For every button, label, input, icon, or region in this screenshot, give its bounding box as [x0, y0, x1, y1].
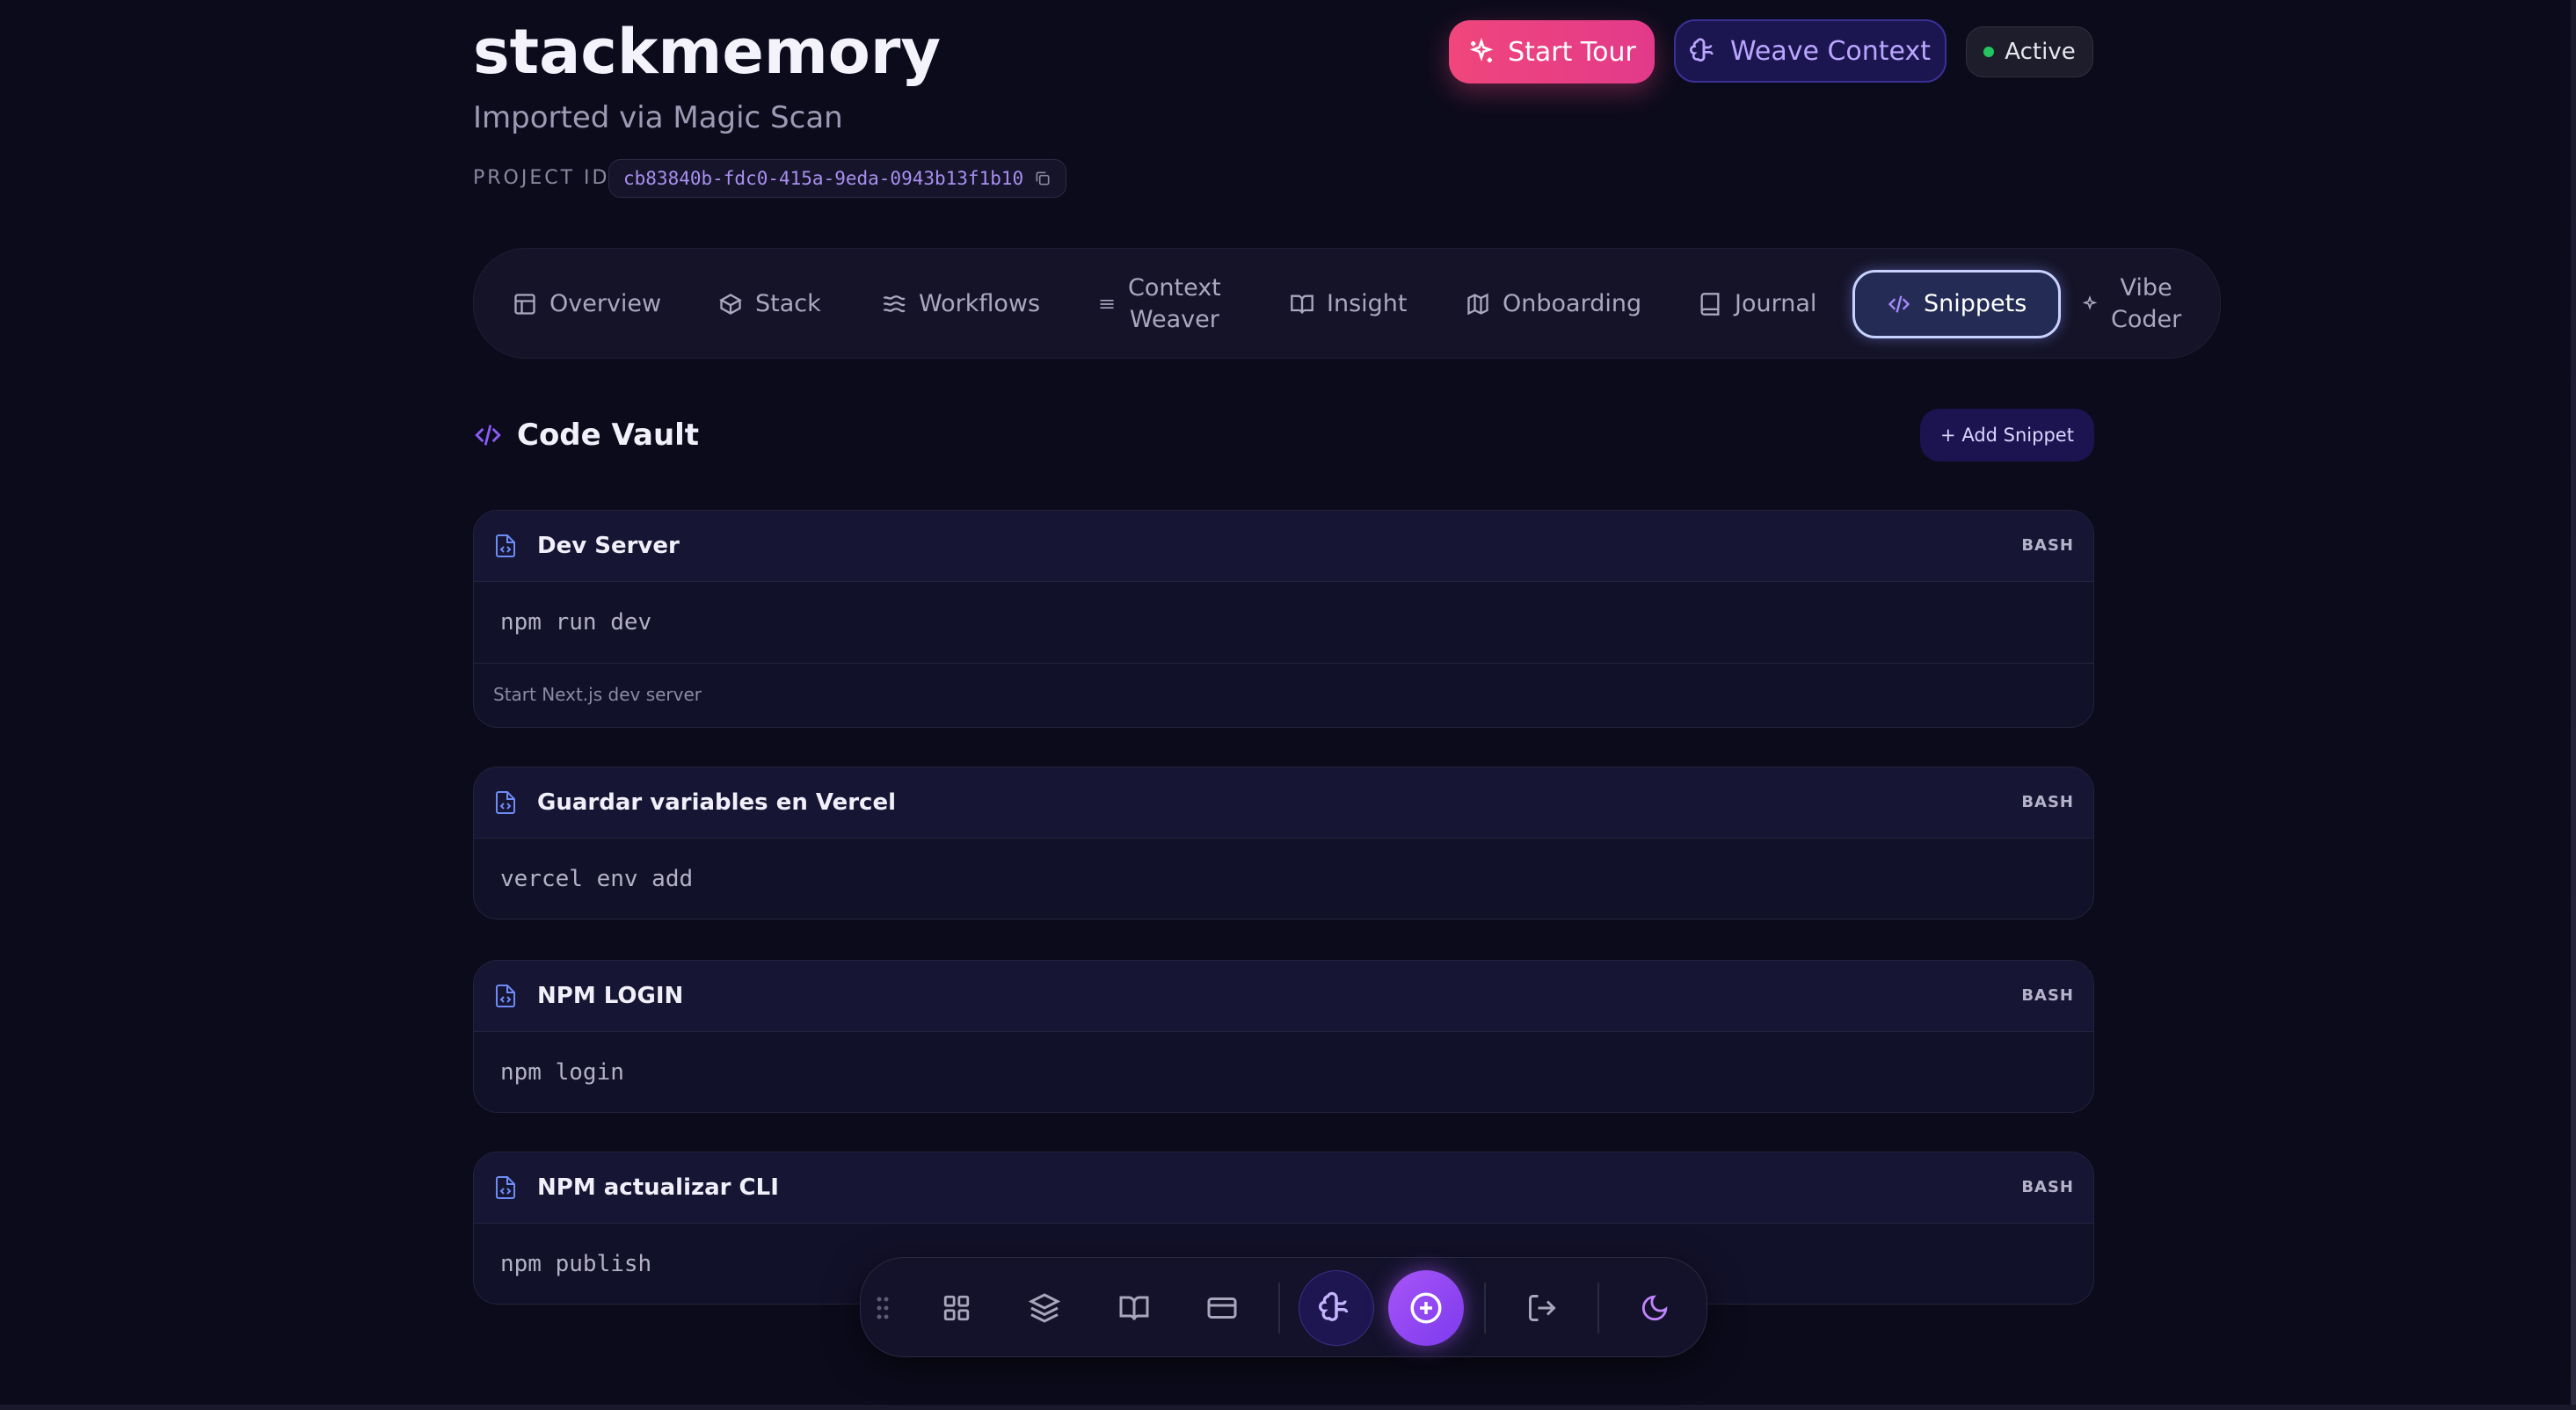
project-id-chip[interactable]: cb83840b-fdc0-415a-9eda-0943b13f1b10: [608, 159, 1067, 198]
project-id-value: cb83840b-fdc0-415a-9eda-0943b13f1b10: [623, 168, 1024, 189]
snippet-code-block[interactable]: vercel env add: [474, 839, 2093, 919]
tab-journal[interactable]: Journal: [1698, 249, 1816, 360]
snippet-code-block[interactable]: npm run dev: [474, 582, 2093, 663]
snippet-code: npm run dev: [500, 609, 652, 636]
section-title: Code Vault: [517, 418, 700, 453]
add-button[interactable]: [1388, 1270, 1464, 1346]
file-code-icon: [496, 985, 515, 1007]
window-edge: [2571, 0, 2576, 1410]
tab-label: Onboarding: [1503, 290, 1642, 317]
floating-dock: [860, 1257, 1707, 1357]
file-code-icon: [496, 1176, 515, 1199]
snippet-title: NPM actualizar CLI: [537, 1174, 779, 1201]
dock-divider: [1278, 1283, 1280, 1334]
code-icon: [1888, 295, 1910, 313]
start-tour-label: Start Tour: [1508, 36, 1636, 68]
sparkles-icon: [2082, 295, 2098, 310]
tab-label: Insight: [1327, 290, 1408, 317]
snippet-card-header: NPM LOGIN BASH: [474, 961, 2093, 1032]
sparkles-icon: [1469, 38, 1494, 62]
book-icon: [1700, 293, 1720, 316]
tab-bar: Overview Stack Workflows Context Weaver …: [473, 248, 2221, 359]
logout-icon[interactable]: [1520, 1286, 1564, 1330]
waves-icon: [883, 295, 906, 313]
status-dot: [1983, 47, 1995, 57]
file-code-icon: [496, 534, 515, 557]
snippet-card: Guardar variables en Vercel BASH vercel …: [473, 767, 2094, 919]
layers-icon[interactable]: [1022, 1286, 1066, 1330]
snippet-card-header: Dev Server BASH: [474, 511, 2093, 582]
lines-icon: [1100, 300, 1114, 309]
dock-divider: [1597, 1283, 1599, 1334]
tab-label: Stack: [755, 290, 821, 317]
status-badge: Active: [1966, 26, 2093, 77]
project-title: stackmemory: [473, 16, 942, 88]
dock-divider: [1484, 1283, 1486, 1334]
status-label: Active: [2005, 39, 2076, 65]
layout-icon: [514, 294, 535, 315]
add-snippet-button[interactable]: + Add Snippet: [1920, 409, 2094, 462]
snippet-card-header: NPM actualizar CLI BASH: [474, 1152, 2093, 1224]
weave-context-label: Weave Context: [1729, 35, 1932, 67]
weave-context-button[interactable]: Weave Context: [1674, 19, 1947, 83]
snippet-code-block[interactable]: npm login: [474, 1032, 2093, 1112]
tab-label: Vibe Coder: [2111, 274, 2182, 333]
tab-label: Journal: [1735, 290, 1817, 317]
brain-button[interactable]: [1299, 1270, 1374, 1346]
map-icon: [1467, 293, 1488, 316]
start-tour-button[interactable]: Start Tour: [1449, 20, 1655, 84]
copy-icon[interactable]: [1034, 170, 1052, 187]
drag-handle-icon[interactable]: [870, 1286, 896, 1330]
brain-icon: [1319, 1291, 1349, 1321]
box-icon: [719, 294, 742, 315]
tab-insight[interactable]: Insight: [1290, 249, 1407, 360]
snippet-description: Start Next.js dev server: [493, 684, 702, 705]
tab-overview[interactable]: Overview: [513, 249, 661, 360]
window-edge-bottom: [0, 1405, 2576, 1410]
tab-onboarding[interactable]: Onboarding: [1466, 249, 1641, 360]
snippet-card-header: Guardar variables en Vercel BASH: [474, 767, 2093, 839]
snippet-description-row: Start Next.js dev server: [474, 663, 2093, 727]
tab-stack[interactable]: Stack: [718, 249, 821, 360]
plus-circle-icon: [1410, 1292, 1442, 1324]
card-icon[interactable]: [1200, 1286, 1244, 1330]
tab-vibe-coder[interactable]: Vibe Coder: [2081, 249, 2181, 360]
snippet-language: BASH: [2021, 536, 2074, 555]
tab-label: Workflows: [919, 290, 1041, 317]
snippet-code: vercel env add: [500, 866, 694, 892]
snippet-code: npm login: [500, 1059, 624, 1086]
snippet-card: Dev Server BASH npm run dev Start Next.j…: [473, 510, 2094, 728]
snippet-language: BASH: [2021, 793, 2074, 811]
file-code-icon: [496, 791, 515, 814]
snippet-card: NPM LOGIN BASH npm login: [473, 960, 2094, 1113]
tab-workflows[interactable]: Workflows: [882, 249, 1040, 360]
project-id-label: PROJECT ID:: [473, 167, 619, 189]
project-subtitle: Imported via Magic Scan: [473, 100, 843, 135]
book-open-icon[interactable]: [1112, 1286, 1156, 1330]
moon-icon[interactable]: [1633, 1286, 1677, 1330]
snippet-language: BASH: [2021, 1178, 2074, 1196]
tab-label: Context Weaver: [1128, 274, 1221, 333]
snippet-title: Guardar variables en Vercel: [537, 789, 897, 816]
tab-snippets[interactable]: Snippets: [1852, 270, 2062, 338]
snippet-title: NPM LOGIN: [537, 983, 684, 1009]
snippet-title: Dev Server: [537, 533, 680, 559]
snippet-code: npm publish: [500, 1251, 652, 1277]
brain-icon: [1690, 38, 1714, 62]
tab-label: Overview: [549, 290, 662, 317]
tab-context-weaver[interactable]: Context Weaver: [1098, 249, 1221, 360]
grid-icon[interactable]: [935, 1286, 979, 1330]
code-icon: [475, 425, 501, 446]
snippet-language: BASH: [2021, 986, 2074, 1005]
tab-label: Snippets: [1924, 290, 2027, 317]
book-open-icon: [1291, 294, 1313, 314]
